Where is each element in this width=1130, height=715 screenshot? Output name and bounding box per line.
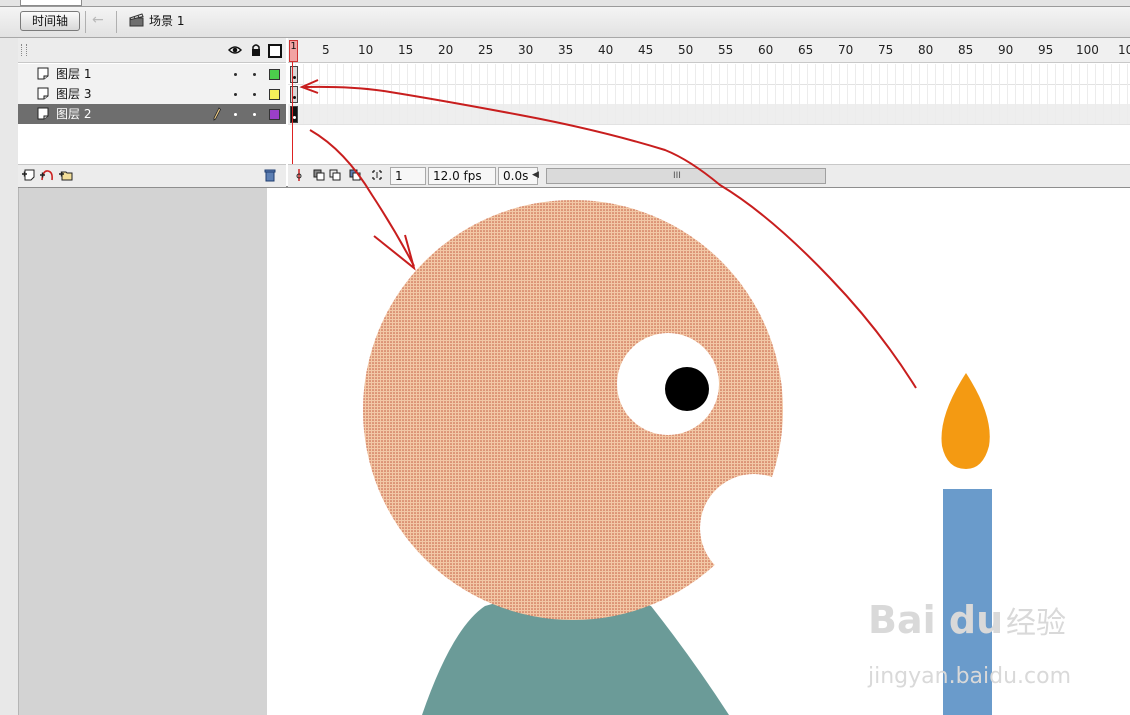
baidu-watermark-text: 经验 [1006, 606, 1066, 641]
annotation-arrowhead-down [373, 234, 416, 271]
baidu-watermark-logo: Bai du [868, 598, 1004, 642]
baidu-watermark-url: jingyan.baidu.com [868, 664, 1072, 689]
annotation-arrow-curve [304, 85, 917, 389]
annotation-arrow-down [309, 129, 415, 267]
